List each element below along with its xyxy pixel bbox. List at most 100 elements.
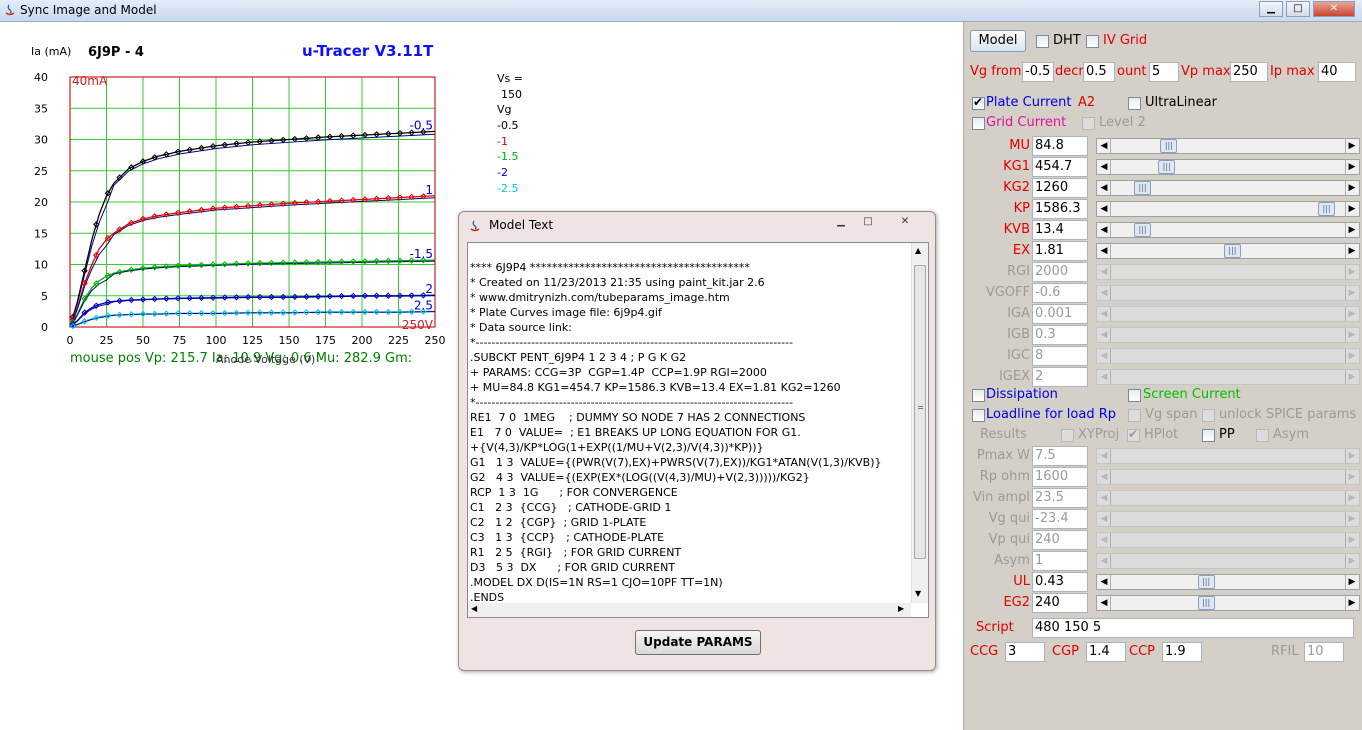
param-field-igc[interactable]: 8 [1032, 346, 1088, 366]
eg2-slider[interactable]: ◀ ▶ ||| [1096, 595, 1360, 611]
param-field-kp[interactable]: 1586.3 [1032, 199, 1088, 219]
vertical-scrollbar[interactable]: ▲ ▼ [911, 243, 928, 603]
slider-right-arrow-icon[interactable]: ▶ [1346, 245, 1358, 257]
dissipation-checkbox[interactable] [972, 389, 985, 402]
slider-left-arrow-icon[interactable]: ◀ [1098, 161, 1110, 173]
slider-left-arrow-icon[interactable]: ◀ [1098, 245, 1110, 257]
slider-left-arrow-icon[interactable]: ◀ [1098, 182, 1110, 194]
asym-checkbox[interactable] [1256, 429, 1269, 442]
param-slider-igex[interactable]: ◀ ▶ [1096, 369, 1360, 385]
slider-left-arrow-icon[interactable]: ◀ [1098, 492, 1110, 504]
param-slider-mu[interactable]: ◀ ▶ ||| [1096, 138, 1360, 154]
param-slider-igc[interactable]: ◀ ▶ [1096, 348, 1360, 364]
rfil-field[interactable]: 10 [1304, 642, 1344, 662]
param-field-igb[interactable]: 0.3 [1032, 325, 1088, 345]
param-slider-kp[interactable]: ◀ ▶ ||| [1096, 201, 1360, 217]
param-field-kvb[interactable]: 13.4 [1032, 220, 1088, 240]
slider-left-arrow-icon[interactable]: ◀ [1098, 329, 1110, 341]
slider-right-arrow-icon[interactable]: ▶ [1346, 534, 1358, 546]
slider-left-arrow-icon[interactable]: ◀ [1098, 513, 1110, 525]
param-field-vgoff[interactable]: -0.6 [1032, 283, 1088, 303]
slider-left-arrow-icon[interactable]: ◀ [1098, 597, 1110, 609]
result-slider[interactable]: ◀ ▶ [1096, 511, 1360, 527]
slider-thumb[interactable]: ||| [1197, 575, 1215, 589]
pp-checkbox[interactable] [1202, 429, 1215, 442]
slider-thumb[interactable]: ||| [1160, 139, 1178, 153]
vg-from-field[interactable]: -0.5 [1022, 62, 1054, 82]
loadline-checkbox[interactable] [972, 409, 985, 422]
slider-left-arrow-icon[interactable]: ◀ [1098, 534, 1110, 546]
param-slider-vgoff[interactable]: ◀ ▶ [1096, 285, 1360, 301]
slider-thumb[interactable]: ||| [1134, 181, 1152, 195]
ccg-field[interactable]: 3 [1005, 642, 1045, 662]
param-field-rgi[interactable]: 2000 [1032, 262, 1088, 282]
plate-current-checkbox[interactable]: ✔ [972, 95, 985, 110]
scroll-right-icon[interactable]: ▶ [898, 604, 904, 613]
minimize-button[interactable]: ▁ [1259, 1, 1283, 17]
level2-checkbox[interactable] [1082, 117, 1095, 130]
param-field-kg1[interactable]: 454.7 [1032, 157, 1088, 177]
ul-slider[interactable]: ◀ ▶ ||| [1096, 574, 1360, 590]
result-field[interactable]: 1 [1032, 551, 1088, 571]
slider-right-arrow-icon[interactable]: ▶ [1346, 597, 1358, 609]
param-field-iga[interactable]: 0.001 [1032, 304, 1088, 324]
slider-right-arrow-icon[interactable]: ▶ [1346, 371, 1358, 383]
ccp-field[interactable]: 1.9 [1162, 642, 1202, 662]
result-slider[interactable]: ◀ ▶ [1096, 448, 1360, 464]
result-field[interactable]: 1600 [1032, 467, 1088, 487]
slider-right-arrow-icon[interactable]: ▶ [1346, 140, 1358, 152]
param-slider-ex[interactable]: ◀ ▶ ||| [1096, 243, 1360, 259]
slider-left-arrow-icon[interactable]: ◀ [1098, 308, 1110, 320]
unlock-spice-checkbox[interactable] [1202, 409, 1215, 422]
vg-span-checkbox[interactable] [1128, 409, 1141, 422]
param-field-mu[interactable]: 84.8 [1032, 136, 1088, 156]
slider-right-arrow-icon[interactable]: ▶ [1346, 203, 1358, 215]
slider-right-arrow-icon[interactable]: ▶ [1346, 555, 1358, 567]
param-field-ex[interactable]: 1.81 [1032, 241, 1088, 261]
param-field-kg2[interactable]: 1260 [1032, 178, 1088, 198]
slider-right-arrow-icon[interactable]: ▶ [1346, 350, 1358, 362]
slider-left-arrow-icon[interactable]: ◀ [1098, 450, 1110, 462]
grid-current-checkbox[interactable] [972, 117, 985, 130]
param-slider-kvb[interactable]: ◀ ▶ ||| [1096, 222, 1360, 238]
slider-right-arrow-icon[interactable]: ▶ [1346, 182, 1358, 194]
slider-left-arrow-icon[interactable]: ◀ [1098, 287, 1110, 299]
cgp-field[interactable]: 1.4 [1086, 642, 1126, 662]
plate-curves-chart[interactable]: 0 25 50 75 100 125 150 175 200 225 250 0 5 10 15 20 25 30… [0, 22, 520, 352]
slider-left-arrow-icon[interactable]: ◀ [1098, 266, 1110, 278]
xyproj-checkbox[interactable] [1061, 429, 1074, 442]
slider-left-arrow-icon[interactable]: ◀ [1098, 555, 1110, 567]
slider-right-arrow-icon[interactable]: ▶ [1346, 329, 1358, 341]
dialog-close-button[interactable]: ✕ [893, 215, 917, 229]
ip-max-field[interactable]: 40 [1318, 62, 1356, 82]
scroll-down-icon[interactable]: ▼ [915, 589, 921, 598]
slider-thumb[interactable]: ||| [1197, 596, 1215, 610]
param-slider-kg2[interactable]: ◀ ▶ ||| [1096, 180, 1360, 196]
scroll-thumb[interactable] [914, 265, 926, 559]
result-slider[interactable]: ◀ ▶ [1096, 532, 1360, 548]
dialog-minimize-button[interactable]: ▁ [829, 215, 853, 229]
eg2-field[interactable]: 240 [1032, 593, 1088, 613]
hplot-checkbox[interactable]: ✔ [1127, 427, 1140, 442]
slider-right-arrow-icon[interactable]: ▶ [1346, 450, 1358, 462]
slider-right-arrow-icon[interactable]: ▶ [1346, 576, 1358, 588]
slider-right-arrow-icon[interactable]: ▶ [1346, 471, 1358, 483]
slider-left-arrow-icon[interactable]: ◀ [1098, 224, 1110, 236]
slider-left-arrow-icon[interactable]: ◀ [1098, 350, 1110, 362]
result-slider[interactable]: ◀ ▶ [1096, 469, 1360, 485]
slider-thumb[interactable]: ||| [1158, 160, 1176, 174]
result-field[interactable]: -23.4 [1032, 509, 1088, 529]
update-params-button[interactable]: Update PARAMS [635, 630, 761, 655]
scroll-left-icon[interactable]: ◀ [471, 604, 477, 613]
maximize-button[interactable]: □ [1286, 1, 1310, 17]
slider-left-arrow-icon[interactable]: ◀ [1098, 203, 1110, 215]
iv-grid-checkbox[interactable] [1086, 35, 1099, 48]
slider-right-arrow-icon[interactable]: ▶ [1346, 492, 1358, 504]
slider-left-arrow-icon[interactable]: ◀ [1098, 140, 1110, 152]
slider-right-arrow-icon[interactable]: ▶ [1346, 266, 1358, 278]
screen-current-checkbox[interactable] [1128, 389, 1141, 402]
param-slider-iga[interactable]: ◀ ▶ [1096, 306, 1360, 322]
vp-max-field[interactable]: 250 [1230, 62, 1268, 82]
ul-field[interactable]: 0.43 [1032, 572, 1088, 592]
dialog-maximize-button[interactable]: □ [856, 215, 880, 229]
